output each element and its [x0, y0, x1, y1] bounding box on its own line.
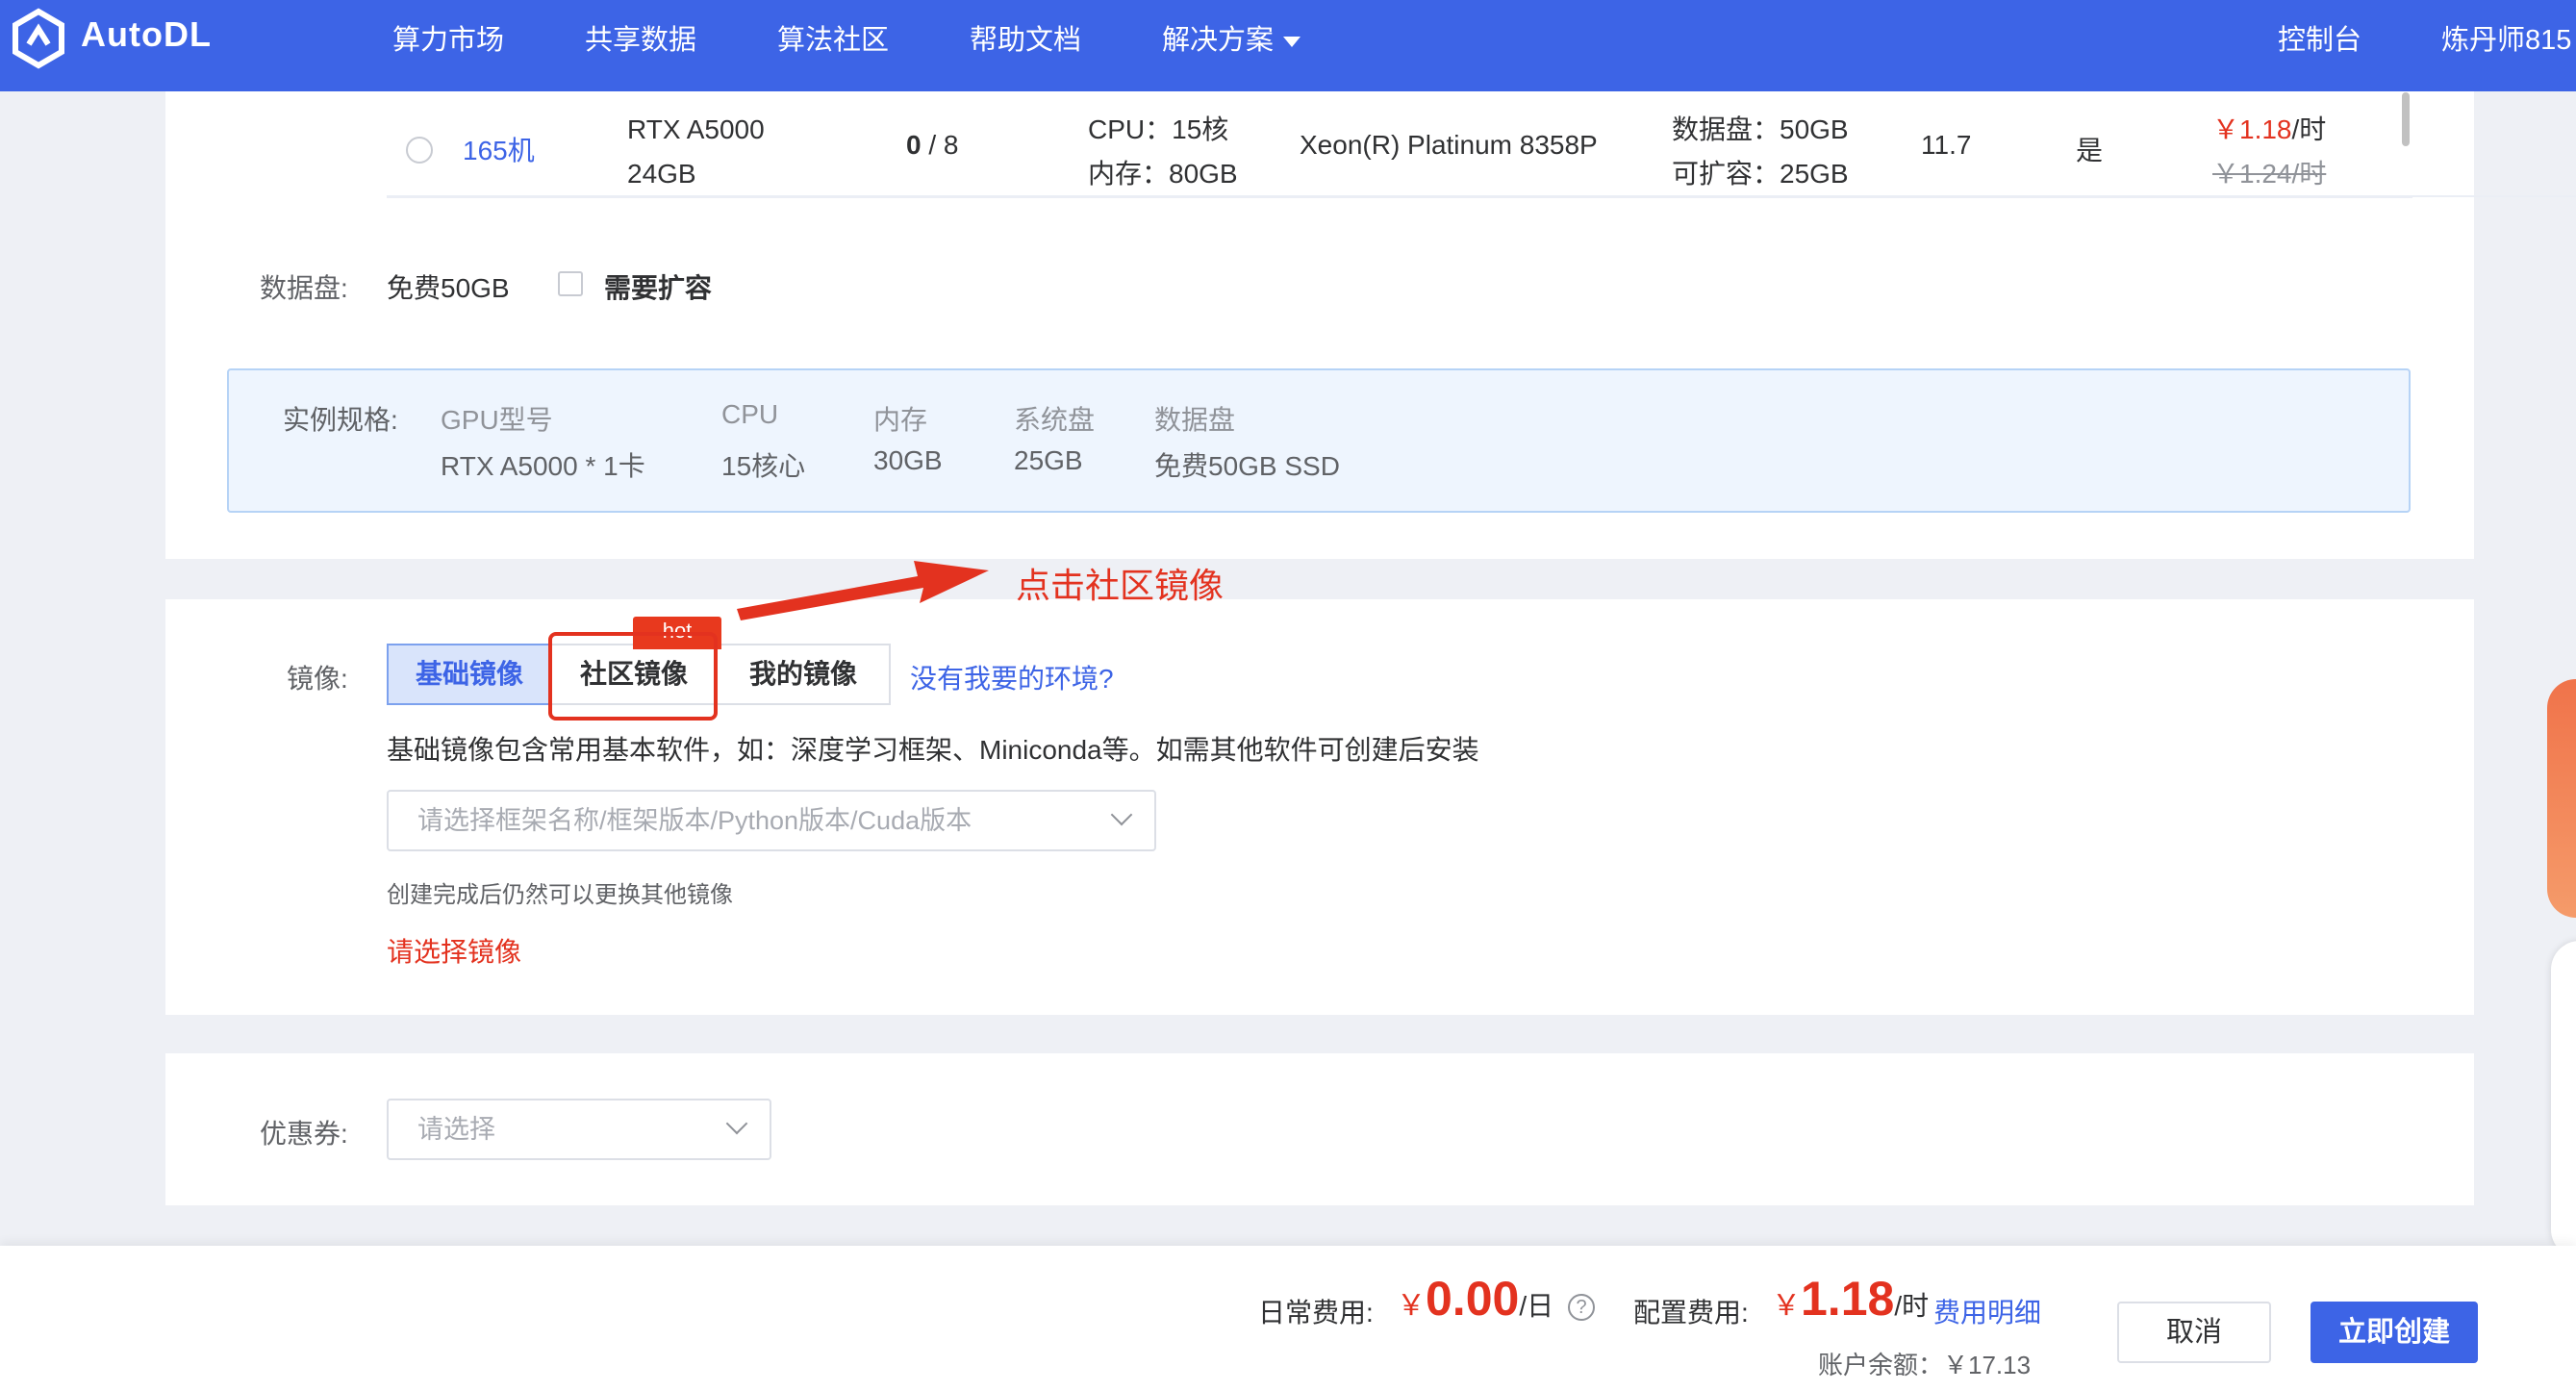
price-value: ￥1.18: [2212, 114, 2292, 144]
data-disk-label: 数据盘:: [260, 273, 348, 303]
spec-value-system-disk: 25GB: [1014, 445, 1083, 475]
promo-side-widget[interactable]: [2547, 679, 2576, 918]
bottom-bar: 日常费用: ￥0.00/日 ? 配置费用: ￥1.18/时 费用明细 账户余额：…: [0, 1246, 2576, 1391]
config-yen: ￥: [1772, 1290, 1801, 1322]
total-gpu-count: / 8: [921, 130, 959, 160]
memory-size: 内存：80GB: [1088, 159, 1238, 189]
cancel-button[interactable]: 取消: [2117, 1302, 2271, 1363]
spec-header-system-disk: 系统盘: [1014, 405, 1096, 435]
gpu-info: RTX A5000 24GB: [627, 108, 765, 196]
original-price: ￥1.24/时: [2212, 159, 2327, 189]
annotation-text: 点击社区镜像: [1016, 566, 1225, 605]
config-cost-unit: /时: [1894, 1291, 1930, 1321]
spec-value-gpu: RTX A5000 * 1卡: [441, 451, 645, 481]
chevron-down-icon: [1110, 803, 1133, 826]
floating-side-widget[interactable]: [2551, 941, 2576, 1258]
tab-base-image[interactable]: 基础镜像: [387, 644, 552, 705]
row-divider: [387, 196, 2412, 198]
available-flag: 是: [2076, 136, 2104, 165]
daily-cost: ￥0.00/日: [1397, 1271, 1553, 1327]
cpu-memory-info: CPU：15核 内存：80GB: [1088, 108, 1238, 196]
image-hint: 创建完成后仍然可以更换其他镜像: [387, 882, 733, 908]
daily-cost-label: 日常费用:: [1258, 1298, 1374, 1328]
instance-spec-box: 实例规格: GPU型号 CPU 内存 系统盘 数据盘 RTX A5000 * 1…: [227, 368, 2411, 513]
brand-name[interactable]: AutoDL: [81, 14, 212, 55]
caret-down-icon: [1283, 36, 1301, 47]
data-disk-size: 数据盘：50GB: [1672, 114, 1849, 144]
machine-name[interactable]: 165机: [463, 130, 535, 168]
user-menu[interactable]: 炼丹师815: [2441, 17, 2571, 58]
nav-compute-market[interactable]: 算力市场: [392, 17, 504, 58]
machine-radio[interactable]: [406, 137, 433, 164]
coupon-label: 优惠券:: [260, 1119, 348, 1149]
chevron-down-icon: [725, 1112, 748, 1135]
autodl-logo-icon[interactable]: [8, 8, 69, 69]
annotation-arrow-icon: [737, 561, 989, 620]
price-unit: /时: [2291, 114, 2327, 144]
nav-console[interactable]: 控制台: [2278, 17, 2361, 58]
image-select-placeholder: 请选择框架名称/框架版本/Python版本/Cuda版本: [417, 806, 972, 835]
config-cost: ￥1.18/时: [1772, 1271, 1929, 1327]
data-disk-value: 免费50GB: [387, 273, 510, 303]
gpu-model: RTX A5000: [627, 114, 765, 144]
create-now-button[interactable]: 立即创建: [2311, 1302, 2478, 1363]
image-select[interactable]: 请选择框架名称/框架版本/Python版本/Cuda版本: [387, 790, 1156, 851]
top-navbar: AutoDL 算力市场 共享数据 算法社区 帮助文档 解决方案 控制台 炼丹师8…: [0, 0, 2576, 91]
spec-value-data-disk: 免费50GB SSD: [1154, 451, 1340, 481]
account-balance: 账户余额：￥17.13: [1818, 1351, 2032, 1379]
spec-header-data-disk: 数据盘: [1154, 405, 1236, 435]
no-env-link[interactable]: 没有我要的环境?: [910, 658, 1114, 696]
cost-detail-link[interactable]: 费用明细: [1933, 1292, 2041, 1330]
coupon-select-placeholder: 请选择: [417, 1115, 495, 1144]
spec-value-cpu: 15核心: [721, 451, 806, 481]
cpu-cores: CPU：15核: [1088, 114, 1229, 144]
highlight-box: [548, 632, 718, 721]
config-cost-value: 1.18: [1801, 1272, 1895, 1326]
cpu-model: Xeon(R) Platinum 8358P: [1300, 130, 1598, 160]
disk-info: 数据盘：50GB 可扩容：25GB: [1672, 108, 1849, 196]
spec-header-memory: 内存: [873, 405, 928, 435]
nav-help-docs[interactable]: 帮助文档: [970, 17, 1081, 58]
image-description: 基础镜像包含常用基本软件，如：深度学习框架、Miniconda等。如需其他软件可…: [387, 735, 1479, 765]
tab-my-image[interactable]: 我的镜像: [716, 644, 891, 705]
nav-shared-data[interactable]: 共享数据: [585, 17, 696, 58]
coupon-select[interactable]: 请选择: [387, 1099, 771, 1160]
help-icon[interactable]: ?: [1568, 1294, 1595, 1321]
free-gpu-count: 0: [906, 130, 922, 160]
daily-yen: ￥: [1397, 1290, 1426, 1322]
cuda-version: 11.7: [1921, 130, 1972, 160]
daily-cost-value: 0.00: [1426, 1272, 1520, 1326]
config-cost-label: 配置费用:: [1633, 1298, 1749, 1328]
daily-cost-unit: /日: [1519, 1291, 1554, 1321]
spec-header-cpu: CPU: [721, 399, 779, 429]
image-error: 请选择镜像: [387, 937, 522, 967]
gpu-memory: 24GB: [627, 159, 696, 189]
gpu-availability: 0 / 8: [906, 130, 959, 161]
nav-solutions-label: 解决方案: [1162, 25, 1275, 56]
price-info: ￥1.18/时 ￥1.24/时: [2212, 108, 2326, 196]
image-label: 镜像:: [287, 664, 348, 694]
spec-value-memory: 30GB: [873, 445, 943, 475]
spec-header-gpu: GPU型号: [441, 405, 553, 435]
nav-solutions[interactable]: 解决方案: [1162, 17, 1301, 58]
nav-algorithm-community[interactable]: 算法社区: [777, 17, 889, 58]
expandable-size: 可扩容：25GB: [1672, 159, 1849, 189]
expand-label[interactable]: 需要扩容: [604, 267, 712, 306]
list-scrollbar[interactable]: [2402, 92, 2410, 146]
spec-label: 实例规格:: [283, 405, 398, 435]
expand-checkbox[interactable]: [558, 271, 583, 296]
